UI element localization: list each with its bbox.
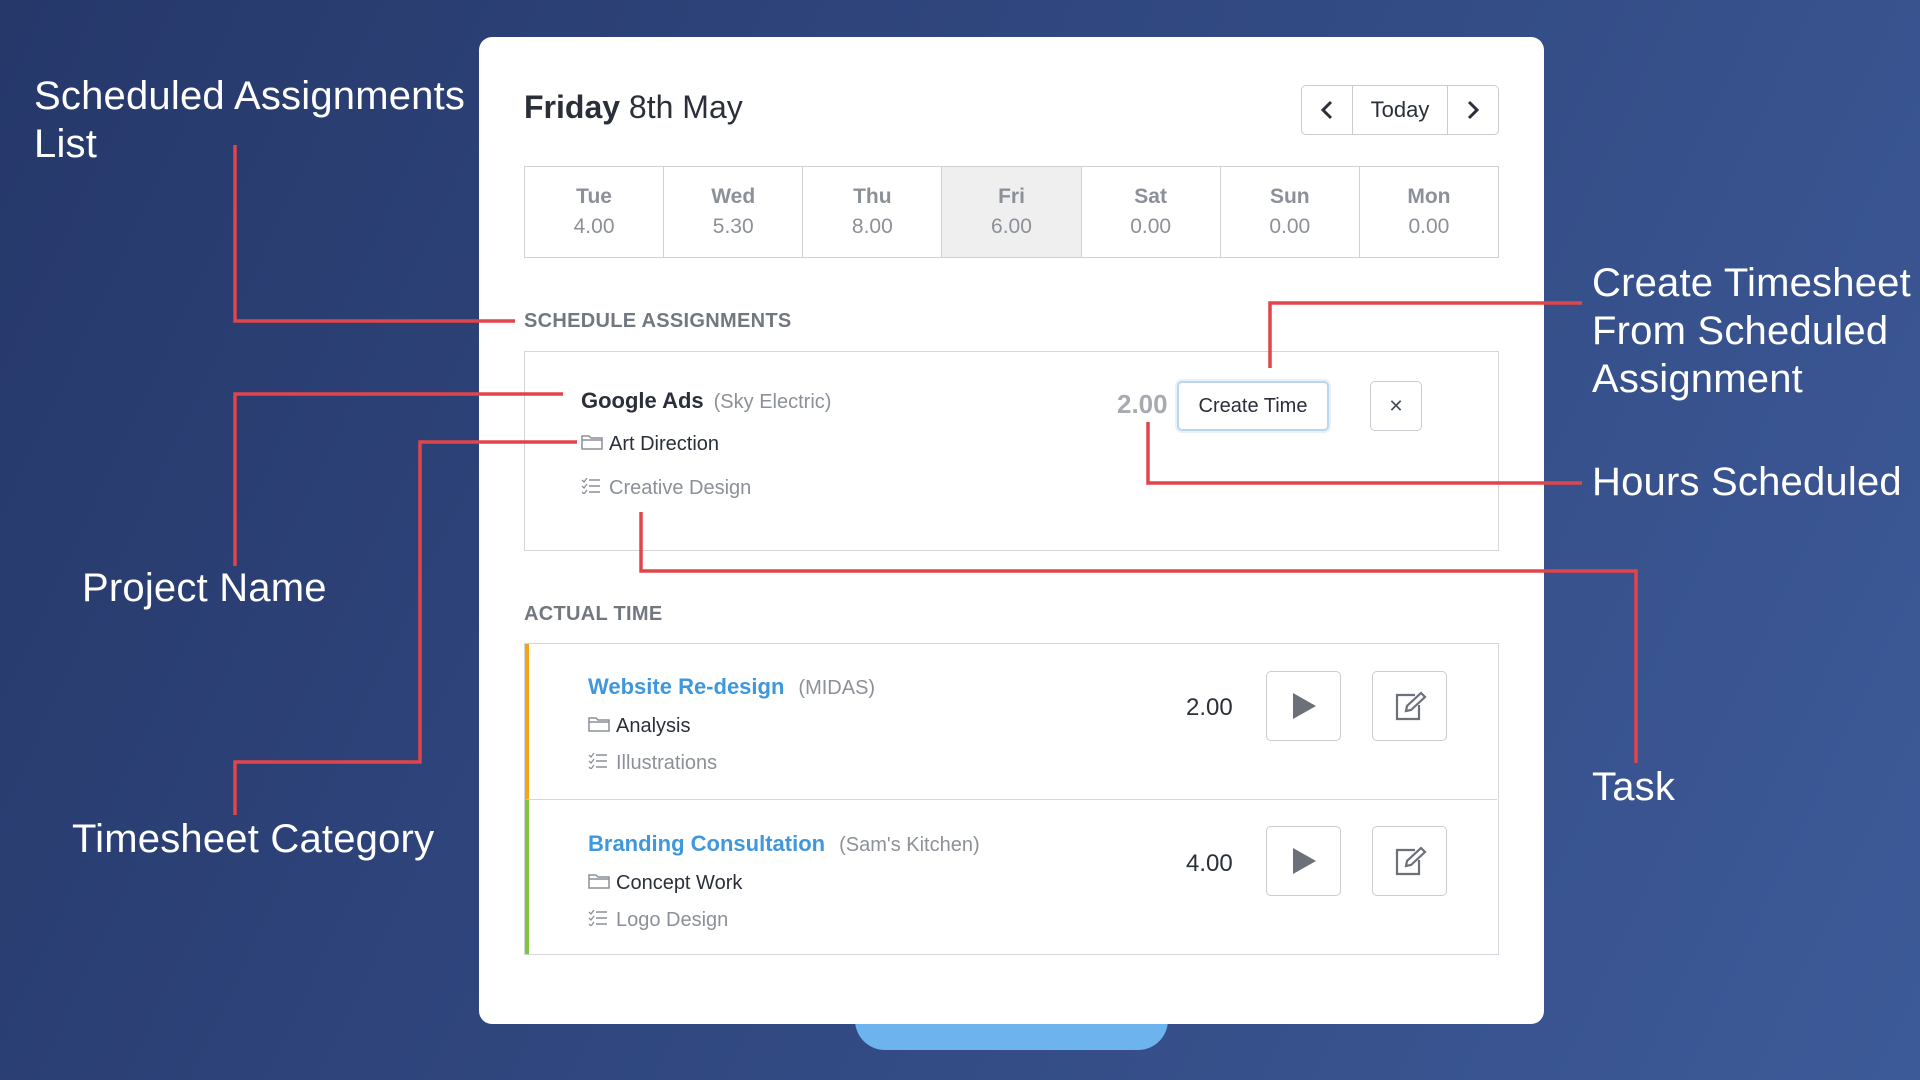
schedule-assignments-heading: SCHEDULE ASSIGNMENTS	[524, 310, 792, 332]
schedule-project-row: Google Ads (Sky Electric)	[581, 388, 831, 414]
annotation-create-line3: Assignment	[1592, 357, 1803, 401]
next-day-button[interactable]	[1448, 86, 1498, 134]
list-item[interactable]: Branding Consultation (Sam's Kitchen) Con…	[525, 800, 1497, 954]
entry-project-name[interactable]: Branding Consultation	[588, 831, 825, 856]
edit-entry-button[interactable]	[1372, 826, 1447, 896]
timesheet-card: Friday 8th May Today Tue 4.00 Wed 5.30 Thu…	[479, 37, 1544, 1024]
callout-line-scheduled-list	[233, 145, 515, 323]
title-weekday: Friday	[524, 89, 621, 125]
annotation-hours-scheduled: Hours Scheduled	[1592, 460, 1902, 504]
day-name: Mon	[1407, 185, 1451, 208]
title-date: 8th May	[628, 89, 743, 125]
schedule-project-name: Google Ads	[581, 388, 704, 413]
entry-hours: 4.00	[1186, 850, 1233, 877]
entry-task: Logo Design	[616, 909, 729, 931]
page-title: Friday 8th May	[524, 89, 743, 126]
day-name: Wed	[711, 185, 756, 208]
play-icon	[1292, 848, 1316, 874]
entry-project-row: Branding Consultation (Sam's Kitchen)	[588, 831, 980, 857]
close-icon: ✕	[1388, 395, 1404, 416]
day-name: Fri	[998, 185, 1025, 208]
edit-icon	[1395, 691, 1427, 721]
day-fri[interactable]: Fri 6.00	[941, 167, 1081, 257]
day-hours: 8.00	[851, 215, 893, 238]
schedule-category: Art Direction	[609, 433, 720, 455]
entry-task: Illustrations	[616, 752, 718, 774]
day-mon[interactable]: Mon 0.00	[1358, 167, 1498, 257]
list-item[interactable]: Website Re-design (MIDAS) Analysis Illust…	[525, 644, 1497, 800]
day-hours: 5.30	[712, 215, 754, 238]
create-time-button[interactable]: Create Time	[1177, 381, 1329, 431]
day-hours: 0.00	[1269, 215, 1311, 238]
annotation-task: Task	[1592, 765, 1676, 809]
start-timer-button[interactable]	[1266, 826, 1341, 896]
day-hours: 6.00	[991, 215, 1032, 238]
day-sun[interactable]: Sun 0.00	[1219, 167, 1359, 257]
annotation-create-line1: Create Timesheet	[1592, 261, 1911, 305]
task-list-icon	[588, 752, 612, 774]
day-thu[interactable]: Thu 8.00	[802, 167, 941, 257]
schedule-task: Creative Design	[609, 477, 752, 499]
start-timer-button[interactable]	[1266, 671, 1341, 741]
annotation-scheduled-list-line1: Scheduled Assignments	[34, 74, 466, 118]
chevron-right-icon	[1467, 100, 1480, 120]
actual-time-list: Website Re-design (MIDAS) Analysis Illust…	[524, 643, 1499, 955]
actual-time-heading: ACTUAL TIME	[524, 603, 663, 625]
day-name: Tue	[576, 185, 612, 208]
schedule-task-row: Creative Design	[581, 477, 751, 500]
entry-task-row: Illustrations	[588, 752, 717, 775]
annotation-timesheet-category: Timesheet Category	[72, 817, 435, 861]
task-list-icon	[581, 477, 605, 499]
annotation-scheduled-list: Scheduled Assignments List	[34, 72, 465, 168]
edit-entry-button[interactable]	[1372, 671, 1447, 741]
entry-category-row: Concept Work	[588, 872, 742, 895]
entry-client-name: (MIDAS)	[798, 677, 876, 699]
today-button[interactable]: Today	[1352, 86, 1448, 134]
folder-icon	[588, 873, 612, 894]
dismiss-assignment-button[interactable]: ✕	[1370, 381, 1422, 431]
day-hours: 0.00	[1130, 215, 1172, 238]
annotation-create-timesheet: Create Timesheet From Scheduled Assignme…	[1592, 259, 1911, 403]
day-hours: 4.00	[573, 215, 615, 238]
folder-icon	[581, 434, 605, 455]
folder-icon	[588, 716, 612, 737]
entry-project-row: Website Re-design (MIDAS)	[588, 674, 875, 700]
entry-task-row: Logo Design	[588, 909, 728, 932]
day-hours: 0.00	[1408, 215, 1450, 238]
annotation-scheduled-list-line2: List	[34, 122, 98, 166]
annotation-create-line2: From Scheduled	[1592, 309, 1889, 353]
task-list-icon	[588, 909, 612, 931]
day-name: Sat	[1134, 185, 1167, 208]
schedule-hours: 2.00	[1117, 389, 1168, 419]
prev-day-button[interactable]	[1302, 86, 1352, 134]
entry-category-row: Analysis	[588, 715, 690, 738]
chevron-left-icon	[1320, 100, 1333, 120]
schedule-category-row: Art Direction	[581, 433, 719, 456]
entry-client-name: (Sam's Kitchen)	[839, 834, 980, 856]
edit-icon	[1395, 846, 1427, 876]
day-name: Thu	[853, 185, 892, 208]
day-wed[interactable]: Wed 5.30	[663, 167, 802, 257]
week-day-strip: Tue 4.00 Wed 5.30 Thu 8.00 Fri 6.00 Sat 0.00 …	[524, 166, 1499, 258]
date-navigation: Today	[1301, 85, 1499, 135]
day-tue[interactable]: Tue 4.00	[525, 167, 663, 257]
entry-hours: 2.00	[1186, 694, 1233, 721]
entry-category: Concept Work	[616, 872, 743, 894]
annotation-project-name: Project Name	[82, 566, 327, 610]
schedule-assignment-item: Google Ads (Sky Electric) Art Direction C…	[524, 351, 1499, 551]
entry-project-name[interactable]: Website Re-design	[588, 674, 784, 699]
entry-category: Analysis	[616, 715, 691, 737]
day-sat[interactable]: Sat 0.00	[1080, 167, 1220, 257]
schedule-client-name: (Sky Electric)	[713, 391, 832, 413]
day-name: Sun	[1269, 185, 1310, 208]
play-icon	[1292, 693, 1316, 719]
